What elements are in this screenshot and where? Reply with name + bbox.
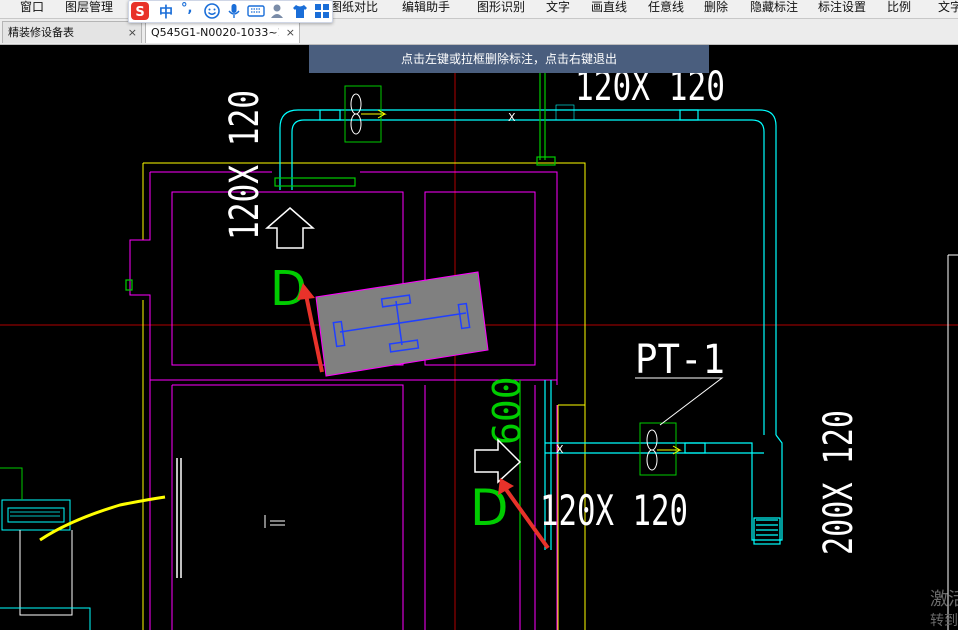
equipment-tag-label: PT-1 [635, 337, 725, 383]
tab-drawing[interactable]: Q545G1-N0020-1033~1... × [145, 21, 300, 43]
menu-any-line[interactable]: 任意线 [648, 0, 684, 14]
menu-scale[interactable]: 比例 [887, 0, 911, 14]
airflow-arrow-up [264, 207, 316, 249]
menu-text-2[interactable]: 文字 [938, 0, 958, 14]
menu-edit-assistant[interactable]: 编辑助手 [402, 0, 450, 14]
tab-equipment-table[interactable]: 精装修设备表 × [2, 21, 142, 43]
menu-layer-manager[interactable]: 图层管理 [65, 0, 113, 14]
duct-label-mid: 120X 120 [540, 486, 688, 535]
sogou-logo-icon[interactable]: S [131, 2, 149, 20]
selected-equipment[interactable] [315, 271, 489, 377]
skin-shirt-icon[interactable] [291, 2, 309, 20]
ime-punctuation-toggle[interactable]: °, [181, 1, 192, 16]
airflow-arrow-right [474, 438, 522, 484]
menu-draw-line[interactable]: 画直线 [591, 0, 627, 14]
activation-watermark: 激活 [930, 589, 958, 610]
menu-shape-recognition[interactable]: 图形识别 [477, 0, 525, 14]
ime-logo-letter: S [135, 5, 144, 20]
ime-toolbar: S 中 °, [128, 0, 333, 23]
user-icon[interactable] [269, 2, 287, 20]
ime-mode-toggle[interactable]: 中 [159, 2, 173, 22]
menu-annotation-settings[interactable]: 标注设置 [818, 0, 866, 14]
activation-watermark-line2: 转到 [930, 613, 958, 629]
microphone-icon[interactable] [225, 2, 243, 20]
menu-text[interactable]: 文字 [546, 0, 570, 14]
duct-marker-x-lower: X [556, 443, 564, 456]
dimension-label-600: 600 [485, 376, 529, 445]
duct-marker-x: X [508, 111, 516, 124]
duct-label-top-left: 120X 120 [222, 90, 268, 240]
duct-label-right: 200X 120 [816, 410, 862, 555]
menu-hide-annotation[interactable]: 隐藏标注 [750, 0, 798, 14]
fan-unit-lower [639, 422, 682, 476]
menu-drawing-compare[interactable]: 图纸对比 [330, 0, 378, 14]
menu-window[interactable]: 窗口 [20, 0, 44, 14]
keyboard-icon[interactable] [247, 2, 265, 20]
toolbox-grid-icon[interactable] [313, 2, 331, 20]
tab-label: Q545G1-N0020-1033~1... [151, 26, 279, 39]
tab-close-icon[interactable]: × [286, 22, 295, 43]
cad-drawing-canvas[interactable]: 120X 120 120X 120 120X 120 200X 120 PT-1… [0, 45, 958, 630]
tab-close-icon[interactable]: × [128, 22, 137, 43]
fan-unit-top [344, 85, 387, 143]
menu-delete[interactable]: 删除 [704, 0, 728, 14]
tab-label: 精装修设备表 [8, 26, 74, 39]
emoji-icon[interactable] [203, 2, 221, 20]
command-hint-tooltip: 点击左键或拉框删除标注，点击右键退出 [309, 45, 709, 73]
